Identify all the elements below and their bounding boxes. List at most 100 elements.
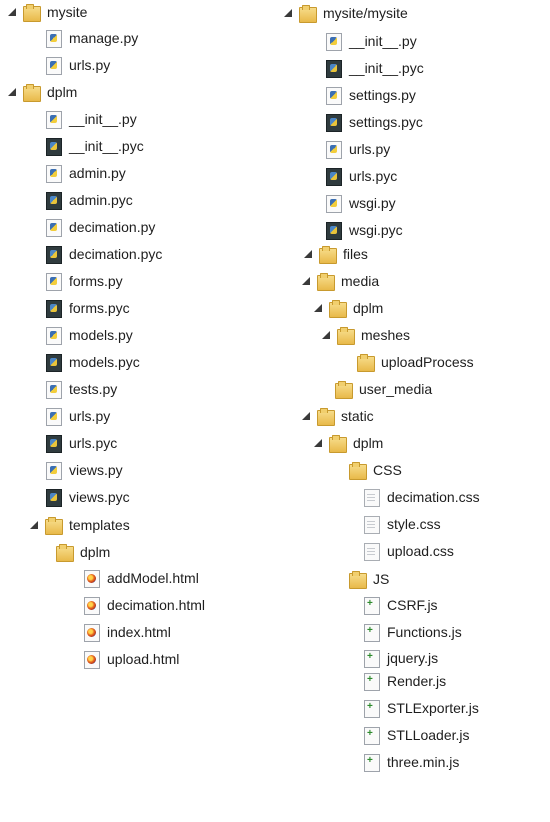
folder-row[interactable]: dplm xyxy=(312,431,383,455)
expand-arrow-icon[interactable] xyxy=(6,4,18,20)
file-row[interactable]: wsgi.py xyxy=(324,191,396,215)
item-label: STLExporter.js xyxy=(387,700,479,716)
file-row[interactable]: urls.pyc xyxy=(324,164,397,188)
js-file-icon xyxy=(362,699,380,718)
file-row[interactable]: upload.html xyxy=(82,647,179,671)
file-row[interactable]: admin.pyc xyxy=(44,188,133,212)
folder-row[interactable]: dplm xyxy=(6,80,77,104)
file-row[interactable]: views.py xyxy=(44,458,123,482)
file-row[interactable]: decimation.html xyxy=(82,593,205,617)
file-row[interactable]: urls.py xyxy=(44,53,110,77)
item-label: jquery.js xyxy=(387,650,439,666)
file-row[interactable]: STLExporter.js xyxy=(362,696,479,720)
folder-row[interactable]: media xyxy=(300,269,379,293)
folder-row[interactable]: JS xyxy=(348,567,389,591)
folder-row[interactable]: meshes xyxy=(320,323,410,347)
python-file-icon xyxy=(324,194,342,213)
file-row[interactable]: STLLoader.js xyxy=(362,723,470,747)
file-row[interactable]: CSRF.js xyxy=(362,593,438,617)
file-row[interactable]: settings.py xyxy=(324,83,416,107)
expand-arrow-icon[interactable] xyxy=(282,5,294,21)
file-row[interactable]: jquery.js xyxy=(362,646,438,670)
python-file-icon xyxy=(44,326,62,345)
item-label: static xyxy=(341,408,374,424)
file-row[interactable]: urls.py xyxy=(324,137,390,161)
file-row[interactable]: urls.py xyxy=(44,404,110,428)
file-row[interactable]: three.min.js xyxy=(362,750,459,774)
file-row[interactable]: wsgi.pyc xyxy=(324,218,403,242)
item-label: __init__.py xyxy=(69,111,137,127)
expand-arrow-icon[interactable] xyxy=(312,435,324,451)
compiled-python-icon xyxy=(44,191,62,210)
python-file-icon xyxy=(324,140,342,159)
item-label: media xyxy=(341,273,380,289)
file-row[interactable]: admin.py xyxy=(44,161,126,185)
folder-icon xyxy=(318,245,337,264)
item-label: upload.css xyxy=(387,543,454,559)
file-row[interactable]: Render.js xyxy=(362,669,446,693)
file-row[interactable]: forms.py xyxy=(44,269,123,293)
item-label: addModel.html xyxy=(107,570,199,586)
folder-row[interactable]: static xyxy=(300,404,374,428)
item-label: dplm xyxy=(353,435,384,451)
folder-row[interactable]: mysite/mysite xyxy=(282,1,408,25)
file-row[interactable]: decimation.pyc xyxy=(44,242,162,266)
expand-arrow-icon[interactable] xyxy=(312,300,324,316)
file-row[interactable]: __init__.py xyxy=(44,107,137,131)
folder-row[interactable]: CSS xyxy=(348,458,402,482)
file-row[interactable]: tests.py xyxy=(44,377,117,401)
file-row[interactable]: models.pyc xyxy=(44,350,140,374)
expand-arrow-icon[interactable] xyxy=(320,327,332,343)
folder-icon xyxy=(348,461,367,480)
file-row[interactable]: models.py xyxy=(44,323,133,347)
item-label: index.html xyxy=(107,624,171,640)
css-file-icon xyxy=(362,488,380,507)
folder-row[interactable]: dplm xyxy=(312,296,383,320)
triangle-icon xyxy=(284,9,292,17)
item-label: dplm xyxy=(353,300,384,316)
file-row[interactable]: views.pyc xyxy=(44,485,130,509)
folder-row[interactable]: uploadProcess xyxy=(356,350,474,374)
expand-arrow-icon[interactable] xyxy=(300,408,312,424)
item-label: user_media xyxy=(359,381,433,397)
folder-row[interactable]: templates xyxy=(28,513,130,537)
file-row[interactable]: addModel.html xyxy=(82,566,199,590)
item-label: forms.pyc xyxy=(69,300,130,316)
expand-arrow-icon[interactable] xyxy=(300,273,312,289)
item-label: settings.py xyxy=(349,87,416,103)
folder-icon xyxy=(22,3,41,22)
file-row[interactable]: settings.pyc xyxy=(324,110,423,134)
file-row[interactable]: __init__.pyc xyxy=(324,56,424,80)
folder-icon xyxy=(55,543,74,562)
file-row[interactable]: decimation.py xyxy=(44,215,155,239)
folder-row[interactable]: files xyxy=(302,242,368,266)
file-row[interactable]: Functions.js xyxy=(362,620,462,644)
python-file-icon xyxy=(44,380,62,399)
folder-icon xyxy=(348,570,367,589)
file-row[interactable]: decimation.css xyxy=(362,485,480,509)
file-row[interactable]: __init__.py xyxy=(324,29,417,53)
triangle-icon xyxy=(8,8,16,16)
item-label: wsgi.py xyxy=(349,195,396,211)
item-label: dplm xyxy=(80,544,111,560)
expand-arrow-icon[interactable] xyxy=(28,517,40,533)
file-row[interactable]: style.css xyxy=(362,512,441,536)
folder-icon xyxy=(298,4,317,23)
folder-icon xyxy=(316,407,335,426)
file-row[interactable]: upload.css xyxy=(362,539,454,563)
item-label: uploadProcess xyxy=(381,354,474,370)
js-file-icon xyxy=(362,726,380,745)
triangle-icon xyxy=(302,412,310,420)
file-row[interactable]: index.html xyxy=(82,620,171,644)
item-label: upload.html xyxy=(107,651,180,667)
expand-arrow-icon[interactable] xyxy=(302,246,314,262)
file-row[interactable]: manage.py xyxy=(44,26,138,50)
folder-row[interactable]: mysite xyxy=(6,0,87,24)
folder-row[interactable]: dplm xyxy=(55,540,110,564)
expand-arrow-icon[interactable] xyxy=(6,84,18,100)
item-label: forms.py xyxy=(69,273,123,289)
file-row[interactable]: forms.pyc xyxy=(44,296,130,320)
folder-row[interactable]: user_media xyxy=(334,377,432,401)
file-row[interactable]: __init__.pyc xyxy=(44,134,144,158)
file-row[interactable]: urls.pyc xyxy=(44,431,117,455)
